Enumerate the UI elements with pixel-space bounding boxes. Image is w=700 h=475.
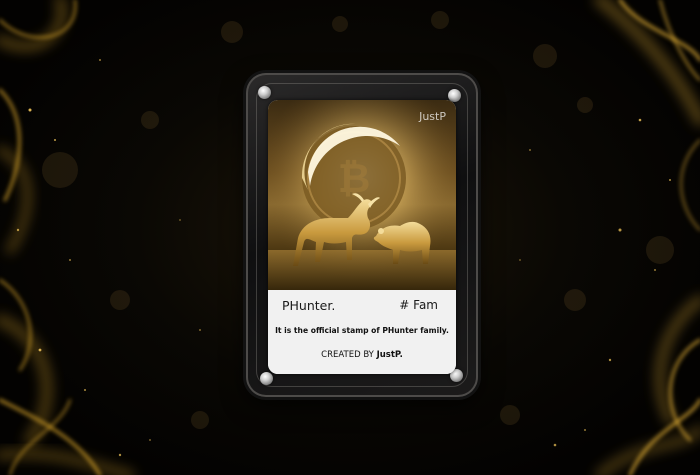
bull-and-bear-icon: ₿ (268, 100, 456, 290)
card-info-panel: PHunter. # Fam It is the official stamp … (268, 290, 456, 374)
credit-name: JustP. (376, 350, 403, 360)
card-tag: # Fam (399, 298, 438, 312)
card-artwork: ₿ JustP (268, 100, 456, 290)
nft-stamp-card[interactable]: ₿ JustP PHunter. # Fam It is the officia… (268, 100, 456, 374)
card-credit: CREATED BY JustP. (268, 350, 456, 360)
artist-watermark: JustP (419, 110, 446, 123)
gold-smoke-right (594, 0, 700, 475)
card-description: It is the official stamp of PHunter fami… (275, 326, 449, 335)
credit-prefix: CREATED BY (321, 350, 374, 360)
gold-smoke-left (0, 0, 135, 475)
screw-icon (258, 86, 271, 99)
card-title: PHunter. (282, 298, 336, 313)
svg-text:₿: ₿ (338, 156, 371, 202)
